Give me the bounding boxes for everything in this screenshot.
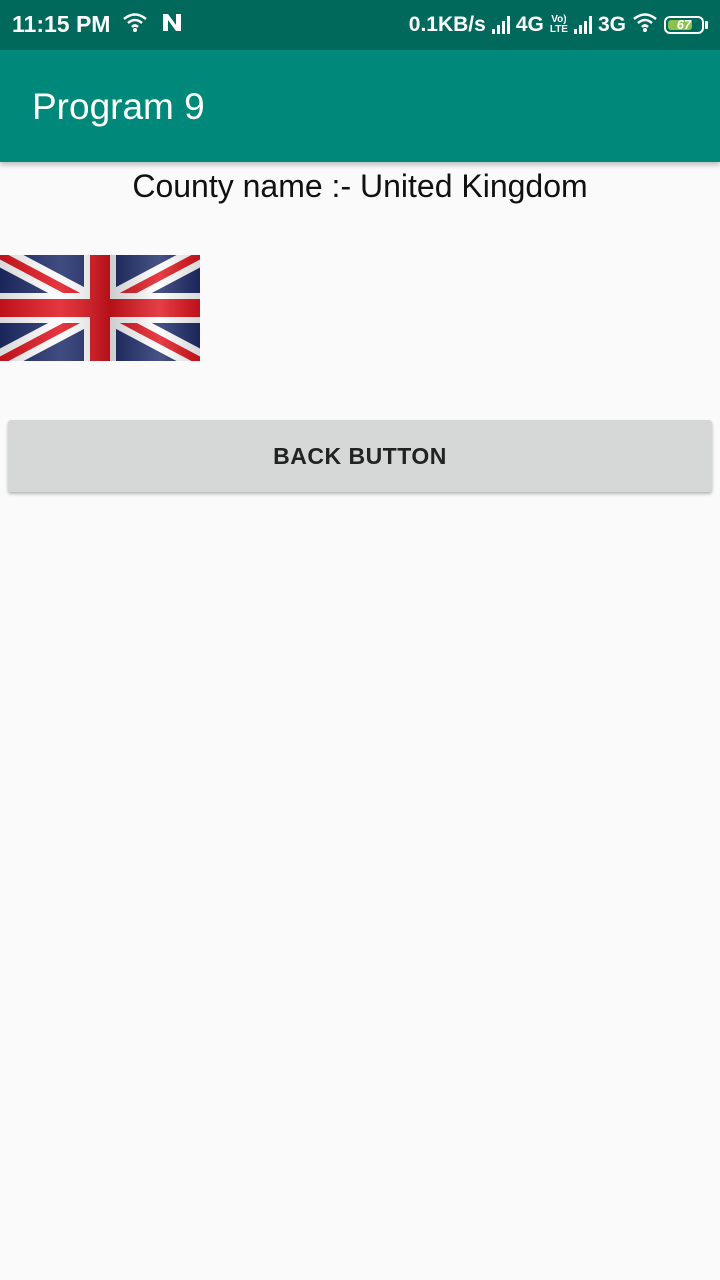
page-title: Program 9 (32, 86, 205, 127)
network-type-1: 4G (515, 13, 544, 36)
network-speed: 0.1KB/s (408, 13, 486, 36)
n-notification-icon (160, 11, 184, 39)
wifi-icon (632, 11, 658, 39)
status-bar: 11:15 PM 0.1KB/s 4G Vo) LTE 3G 67 (0, 0, 720, 50)
signal-icon (491, 16, 510, 34)
wifi-icon (122, 11, 148, 39)
union-jack-flag-image (0, 255, 200, 361)
battery-level: 67 (676, 17, 692, 32)
app-bar: Program 9 (0, 50, 720, 162)
signal-icon (573, 16, 592, 34)
back-button[interactable]: BACK BUTTON (8, 420, 712, 492)
country-name-label: County name :- United Kingdom (132, 168, 588, 204)
battery-icon: 67 (664, 16, 708, 34)
status-time: 11:15 PM (12, 11, 111, 37)
volte-icon: Vo) LTE (549, 14, 568, 35)
network-type-2: 3G (597, 13, 626, 36)
